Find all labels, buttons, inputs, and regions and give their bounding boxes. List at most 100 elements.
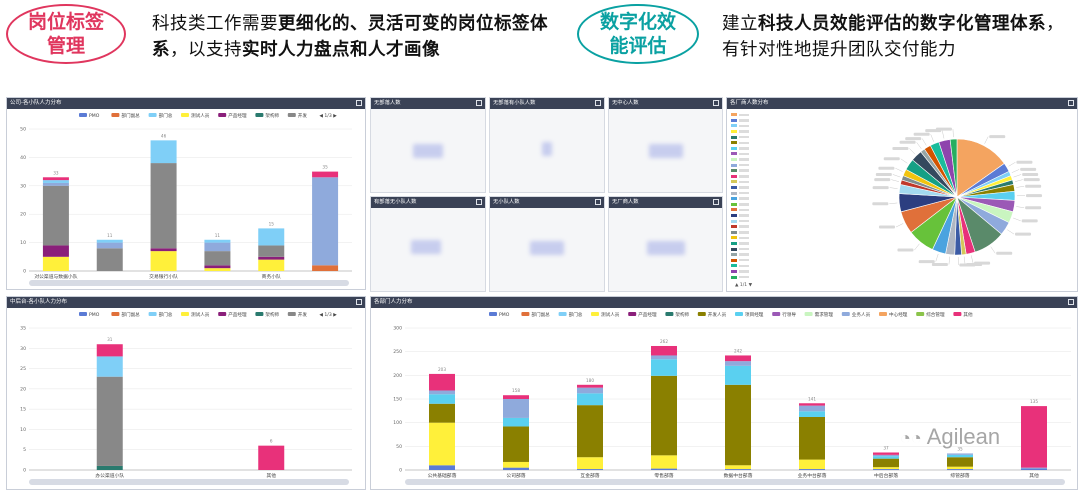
- bar-segment[interactable]: [651, 468, 677, 470]
- bar-segment[interactable]: [725, 365, 751, 385]
- expand-icon[interactable]: [1068, 100, 1074, 106]
- horizontal-scrollbar[interactable]: [405, 479, 1065, 485]
- bar-segment[interactable]: [429, 403, 455, 423]
- bar-segment[interactable]: [947, 469, 973, 470]
- bar-segment[interactable]: [503, 417, 529, 427]
- legend-item[interactable]: 其他: [953, 311, 973, 318]
- bar-segment[interactable]: [577, 469, 603, 470]
- bar-segment[interactable]: [577, 384, 603, 388]
- legend-item[interactable]: 需求管理: [804, 311, 834, 318]
- legend-item[interactable]: PMO: [79, 113, 100, 119]
- kpi-tile-tribe-no-squad[interactable]: 有部落无小队人数: [370, 196, 486, 292]
- legend-pager[interactable]: ◀ 1/3 ▶: [319, 113, 337, 119]
- bar-segment[interactable]: [312, 265, 339, 271]
- bar-segment[interactable]: [873, 469, 899, 470]
- bar-segment[interactable]: [96, 376, 123, 466]
- expand-icon[interactable]: [356, 100, 362, 106]
- bar-segment[interactable]: [1021, 467, 1047, 469]
- bar-segment[interactable]: [873, 467, 899, 470]
- kpi-tile-no-tribe[interactable]: 无部落人数: [370, 97, 486, 193]
- bar-segment[interactable]: [258, 228, 285, 246]
- expand-icon[interactable]: [595, 100, 601, 106]
- horizontal-scrollbar[interactable]: [29, 280, 349, 286]
- legend-item[interactable]: PMO: [489, 312, 510, 318]
- bar-segment[interactable]: [577, 387, 603, 394]
- bar-segment[interactable]: [503, 395, 529, 399]
- bar-segment[interactable]: [42, 180, 69, 183]
- bar-segment[interactable]: [150, 251, 177, 271]
- bar-segment[interactable]: [947, 466, 973, 470]
- bar-segment[interactable]: [651, 359, 677, 376]
- pie-legend-item[interactable]: [731, 274, 751, 280]
- bar-segment[interactable]: [873, 452, 899, 455]
- bar-segment[interactable]: [503, 399, 529, 418]
- legend-item[interactable]: 产品经理: [218, 311, 247, 318]
- kpi-tile-no-vendor[interactable]: 无厂商人数: [608, 196, 723, 292]
- bar-segment[interactable]: [96, 356, 123, 377]
- legend-item[interactable]: 架构师: [255, 112, 280, 119]
- bar-segment[interactable]: [651, 455, 677, 469]
- bar-segment[interactable]: [651, 375, 677, 456]
- bar-segment[interactable]: [799, 405, 825, 412]
- bar-segment[interactable]: [651, 355, 677, 360]
- bar-segment[interactable]: [42, 185, 69, 246]
- expand-icon[interactable]: [713, 100, 719, 106]
- bar-segment[interactable]: [725, 469, 751, 470]
- bar-segment[interactable]: [577, 393, 603, 406]
- expand-icon[interactable]: [713, 199, 719, 205]
- bar-segment[interactable]: [258, 445, 285, 470]
- bar-segment[interactable]: [725, 361, 751, 366]
- legend-item[interactable]: 部门副总: [521, 311, 550, 318]
- bar-segment[interactable]: [577, 457, 603, 470]
- bar-segment[interactable]: [799, 403, 825, 406]
- kpi-tile-no-center[interactable]: 无中心人数: [608, 97, 723, 193]
- kpi-tile-no-squad[interactable]: 无小队人数: [489, 196, 605, 292]
- bar-segment[interactable]: [204, 251, 231, 266]
- bar-segment[interactable]: [873, 456, 899, 459]
- bar-segment[interactable]: [873, 454, 899, 457]
- bar-segment[interactable]: [799, 459, 825, 470]
- expand-icon[interactable]: [476, 100, 482, 106]
- bar-segment[interactable]: [312, 177, 339, 266]
- bar-segment[interactable]: [947, 457, 973, 467]
- bar-segment[interactable]: [503, 461, 529, 468]
- bar-segment[interactable]: [96, 344, 123, 357]
- bar-segment[interactable]: [42, 182, 69, 186]
- bar-segment[interactable]: [96, 239, 123, 243]
- bar-segment[interactable]: [947, 453, 973, 455]
- legend-item[interactable]: 测试人员: [181, 112, 210, 119]
- bar-segment[interactable]: [503, 426, 529, 462]
- legend-item[interactable]: 中心经理: [879, 311, 908, 318]
- legend-item[interactable]: 测试人员: [181, 311, 210, 318]
- legend-item[interactable]: 部门副总: [111, 311, 140, 318]
- pie-legend-pager[interactable]: ▲ 1/1 ▼: [735, 283, 752, 288]
- bar-segment[interactable]: [725, 384, 751, 466]
- bar-segment[interactable]: [429, 422, 455, 466]
- bar-segment[interactable]: [1021, 468, 1047, 470]
- bar-segment[interactable]: [150, 163, 177, 249]
- bar-segment[interactable]: [42, 177, 69, 181]
- expand-icon[interactable]: [356, 299, 362, 305]
- bar-segment[interactable]: [429, 394, 455, 404]
- bar-segment[interactable]: [947, 454, 973, 458]
- legend-item[interactable]: 测试人员: [591, 311, 620, 318]
- legend-item[interactable]: 开发: [287, 311, 308, 318]
- bar-segment[interactable]: [725, 355, 751, 362]
- bar-segment[interactable]: [312, 171, 339, 178]
- legend-item[interactable]: 行领导: [772, 311, 796, 318]
- legend-item[interactable]: 部门总: [148, 112, 173, 119]
- bar-segment[interactable]: [96, 242, 123, 249]
- bar-segment[interactable]: [1021, 406, 1047, 468]
- expand-icon[interactable]: [476, 199, 482, 205]
- expand-icon[interactable]: [595, 199, 601, 205]
- bar-segment[interactable]: [651, 345, 677, 356]
- expand-icon[interactable]: [1068, 299, 1074, 305]
- bar-segment[interactable]: [429, 373, 455, 391]
- bar-segment[interactable]: [799, 469, 825, 470]
- bar-segment[interactable]: [258, 259, 285, 271]
- legend-item[interactable]: 开发人员: [697, 311, 727, 318]
- legend-item[interactable]: 部门副总: [111, 112, 140, 119]
- horizontal-scrollbar[interactable]: [29, 479, 349, 485]
- legend-item[interactable]: 部门总: [558, 311, 583, 318]
- legend-item[interactable]: 综合管理: [916, 311, 945, 318]
